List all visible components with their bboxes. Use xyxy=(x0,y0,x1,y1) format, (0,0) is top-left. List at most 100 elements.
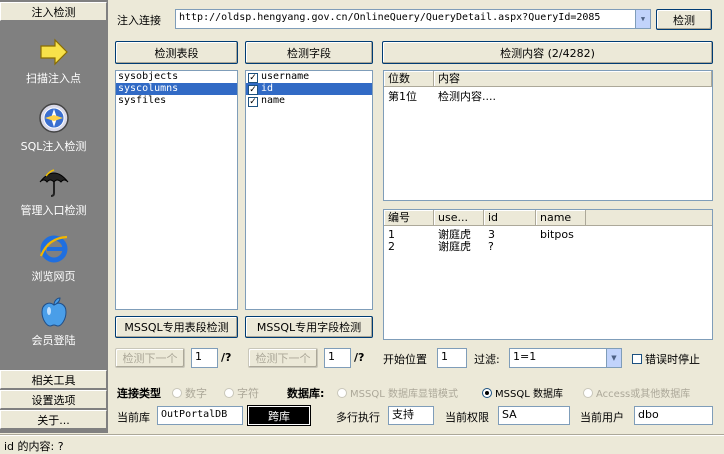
filter-combo[interactable]: 1=1 ▼ xyxy=(509,348,622,368)
list-item[interactable]: sysobjects xyxy=(116,71,237,83)
radio-label: Access或其他数据库 xyxy=(596,389,691,400)
chevron-down-icon[interactable]: ▼ xyxy=(635,10,650,28)
table-row[interactable]: 2 谢庭虎 ? xyxy=(384,241,712,253)
cross-db-button[interactable]: 跨库 xyxy=(247,405,311,426)
table-cell: 1 xyxy=(388,229,395,241)
fields-page-total: /? xyxy=(354,351,365,364)
compass-icon xyxy=(38,103,69,133)
table-cell: 谢庭虎 xyxy=(438,241,471,253)
radio-label: MSSQL 数据库显错模式 xyxy=(350,389,458,400)
chevron-down-icon[interactable]: ▼ xyxy=(606,349,621,367)
db-access-option[interactable]: Access或其他数据库 xyxy=(583,385,690,400)
arrow-right-icon xyxy=(39,38,68,66)
db-mssql-option[interactable]: MSSQL 数据库 xyxy=(482,385,563,400)
user-label: 当前用户 xyxy=(580,411,624,424)
list-item[interactable]: syscolumns xyxy=(116,83,237,95)
url-input[interactable]: http://oldsp.hengyang.gov.cn/OnlineQuery… xyxy=(179,12,600,23)
radio[interactable] xyxy=(482,388,492,398)
sidebar-item-sql-detect[interactable]: SQL注入检测 xyxy=(0,102,107,154)
sidebar-tab-about[interactable]: 关于... xyxy=(0,410,107,429)
sidebar-item-browse[interactable]: 浏览网页 xyxy=(0,232,107,284)
table-cell: bitpos xyxy=(540,229,574,241)
status-text: id 的内容: ? xyxy=(4,440,64,453)
content-header: 检测内容 (2/4282) xyxy=(382,41,713,64)
fields-page-input[interactable]: 1 xyxy=(324,348,351,368)
column-header[interactable]: name xyxy=(536,210,586,225)
tables-header: 检测表段 xyxy=(115,41,238,64)
url-combo[interactable]: http://oldsp.hengyang.gov.cn/OnlineQuery… xyxy=(175,9,651,29)
sidebar-tab-settings[interactable]: 设置选项 xyxy=(0,390,107,409)
position-grid[interactable]: 位数 内容 第1位 检测内容.... xyxy=(383,70,713,201)
db-mssql-error-option[interactable]: MSSQL 数据库显错模式 xyxy=(337,385,458,400)
current-db-field: OutPortalDB xyxy=(157,406,243,425)
radio-label: MSSQL 数据库 xyxy=(495,389,563,400)
list-item[interactable]: ✓ name xyxy=(246,95,372,107)
sidebar-tab-injection[interactable]: 注入检测 xyxy=(0,2,107,21)
list-item[interactable]: ✓ username xyxy=(246,71,372,83)
fields-list[interactable]: ✓ username ✓ id ✓ name xyxy=(245,70,373,310)
column-header[interactable]: 编号 xyxy=(384,210,434,225)
detect-button[interactable]: 检测 xyxy=(656,9,712,30)
sidebar-item-label: 会员登陆 xyxy=(31,334,76,347)
stop-on-error-checkbox[interactable] xyxy=(632,354,642,364)
list-item[interactable]: sysfiles xyxy=(116,95,237,107)
table-row[interactable]: 1 谢庭虎 3 bitpos xyxy=(384,229,712,241)
radio-label: 数字 xyxy=(185,387,207,400)
filter-label: 过滤: xyxy=(474,353,500,366)
mssql-fields-button[interactable]: MSSQL专用字段检测 xyxy=(245,316,373,338)
table-cell: 3 xyxy=(488,229,495,241)
records-grid[interactable]: 编号 use... id name 1 谢庭虎 3 bitpos 2 谢庭虎 ? xyxy=(383,209,713,340)
apple-icon xyxy=(40,297,67,327)
conn-char-option[interactable]: 字符 xyxy=(224,385,259,401)
tables-page-input[interactable]: 1 xyxy=(191,348,218,368)
radio[interactable] xyxy=(172,388,182,398)
db-type-label: 数据库: xyxy=(287,387,325,400)
table-cell: 检测内容.... xyxy=(438,91,496,103)
mssql-tables-button[interactable]: MSSQL专用表段检测 xyxy=(115,316,238,338)
privilege-field: SA xyxy=(498,406,570,425)
radio[interactable] xyxy=(583,388,593,398)
sidebar-item-scan[interactable]: 扫描注入点 xyxy=(0,38,107,86)
tables-next-button[interactable]: 检测下一个 xyxy=(115,348,185,368)
checkbox[interactable]: ✓ xyxy=(248,73,258,83)
sidebar-tab-tools[interactable]: 相关工具 xyxy=(0,370,107,389)
user-field: dbo xyxy=(634,406,713,425)
sidebar-item-label: SQL注入检测 xyxy=(20,140,87,153)
umbrella-icon xyxy=(39,169,68,197)
checkbox[interactable]: ✓ xyxy=(248,85,258,95)
table-cell: 第1位 xyxy=(388,91,417,103)
sidebar-item-label: 浏览网页 xyxy=(31,270,76,283)
column-header[interactable]: 内容 xyxy=(434,71,712,86)
radio[interactable] xyxy=(337,388,347,398)
stop-on-error-option[interactable]: 错误时停止 xyxy=(632,351,700,367)
grid-header: 编号 use... id name xyxy=(384,210,712,226)
conn-numeric-option[interactable]: 数字 xyxy=(172,385,207,401)
fields-next-button[interactable]: 检测下一个 xyxy=(248,348,318,368)
column-header[interactable]: 位数 xyxy=(384,71,434,86)
sidebar-item-label: 扫描注入点 xyxy=(26,72,81,85)
start-position-input[interactable]: 1 xyxy=(437,348,467,368)
grid-header: 位数 内容 xyxy=(384,71,712,87)
ie-browser-icon xyxy=(39,235,67,263)
current-db-label: 当前库 xyxy=(117,411,150,424)
tables-list[interactable]: sysobjects syscolumns sysfiles xyxy=(115,70,238,310)
radio[interactable] xyxy=(224,388,234,398)
filter-input[interactable]: 1=1 xyxy=(513,350,536,363)
column-header[interactable]: use... xyxy=(434,210,484,225)
column-header[interactable]: id xyxy=(484,210,536,225)
conn-type-label: 连接类型 xyxy=(117,387,161,400)
field-label: id xyxy=(261,83,274,94)
table-cell xyxy=(536,241,586,253)
fields-header: 检测字段 xyxy=(245,41,373,64)
stop-on-error-label: 错误时停止 xyxy=(645,353,700,366)
table-row[interactable]: 第1位 检测内容.... xyxy=(384,91,712,103)
status-bar: id 的内容: ? xyxy=(0,434,724,454)
sidebar-item-admin-entry[interactable]: 管理入口检测 xyxy=(0,166,107,218)
sidebar-item-member-login[interactable]: 会员登陆 xyxy=(0,296,107,348)
checkbox[interactable]: ✓ xyxy=(248,97,258,107)
list-item[interactable]: ✓ id xyxy=(246,83,372,95)
multi-exec-label: 多行执行 xyxy=(336,411,380,424)
multi-exec-field: 支持 xyxy=(388,406,434,425)
table-cell: 谢庭虎 xyxy=(438,229,471,241)
url-label: 注入连接 xyxy=(117,14,161,27)
